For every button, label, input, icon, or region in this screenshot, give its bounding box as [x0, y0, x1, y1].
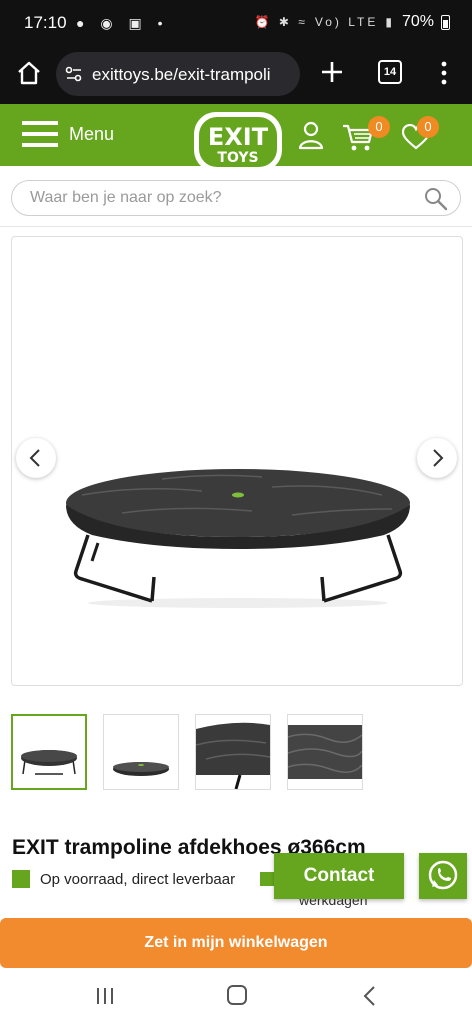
- status-bar: 17:10 ● ◉ ▣ • ⏰ ✱ ≈ Vo) LTE ▮ 70%: [0, 0, 472, 46]
- chevron-right-icon: [433, 449, 444, 467]
- thumbnail-1-image: [21, 750, 77, 775]
- stock-text: Op voorraad, direct leverbaar: [40, 870, 236, 888]
- cart-count-badge: 0: [368, 116, 390, 138]
- menu-button[interactable]: Menu: [22, 118, 114, 150]
- trampoline-cover-image: [66, 469, 410, 608]
- hamburger-icon: [22, 121, 58, 147]
- product-image-gallery[interactable]: [11, 236, 463, 686]
- thumbnail-strip: [11, 714, 371, 792]
- url-text: exittoys.be/exit-trampoli: [92, 65, 271, 84]
- wishlist-count-badge: 0: [417, 116, 439, 138]
- menu-label: Menu: [69, 123, 115, 144]
- thumbnail-2-image: [113, 762, 169, 776]
- address-bar[interactable]: exittoys.be/exit-trampoli: [56, 52, 300, 96]
- thumbnail-1[interactable]: [11, 714, 87, 790]
- system-status: ⏰ ✱ ≈ Vo) LTE ▮ 70%: [255, 13, 450, 31]
- logo-text-exit: EXIT: [208, 123, 269, 151]
- home-nav-icon[interactable]: [226, 984, 248, 1006]
- search-icon[interactable]: [424, 187, 448, 211]
- home-icon[interactable]: [14, 58, 44, 88]
- network-label: Vo) LTE: [314, 15, 379, 29]
- gallery-next-button[interactable]: [417, 438, 457, 478]
- recent-apps-icon[interactable]: [94, 986, 116, 1006]
- battery-icon: [441, 14, 450, 30]
- site-settings-icon[interactable]: [64, 64, 84, 84]
- system-navigation-bar: [0, 968, 472, 1024]
- new-tab-icon[interactable]: [318, 58, 346, 86]
- wishlist-button[interactable]: 0: [402, 116, 439, 152]
- cart-button[interactable]: 0: [342, 116, 390, 152]
- thumbnail-2[interactable]: [103, 714, 179, 790]
- in-stock-icon: [12, 870, 30, 888]
- system-icons: ⏰ ✱ ≈: [254, 15, 308, 29]
- thumbnail-3-image: [196, 722, 270, 789]
- stock-status: Op voorraad, direct leverbaar: [12, 870, 235, 888]
- whatsapp-button[interactable]: [419, 853, 467, 899]
- thumbnail-3[interactable]: [195, 714, 271, 790]
- back-icon[interactable]: [360, 984, 380, 1008]
- tab-switcher-button[interactable]: 14: [378, 60, 402, 84]
- more-options-icon[interactable]: [434, 58, 454, 88]
- search-input[interactable]: [30, 187, 410, 209]
- chevron-left-icon: [29, 449, 40, 467]
- header-divider: [0, 226, 472, 227]
- battery-percent: 70%: [401, 13, 434, 30]
- thumbnail-4[interactable]: [287, 714, 363, 790]
- contact-button[interactable]: Contact: [274, 853, 404, 899]
- browser-toolbar: exittoys.be/exit-trampoli 14: [0, 46, 472, 104]
- status-time: 17:10: [24, 13, 67, 32]
- search-bar[interactable]: [11, 180, 461, 216]
- whatsapp-icon: [428, 860, 458, 890]
- add-to-cart-button[interactable]: Zet in mijn winkelwagen: [0, 918, 472, 968]
- exit-toys-logo[interactable]: EXIT TOYS: [192, 110, 284, 174]
- site-header: Menu EXIT TOYS 0 0: [0, 104, 472, 172]
- logo-text-toys: TOYS: [217, 150, 258, 166]
- account-icon[interactable]: [298, 120, 324, 150]
- gallery-prev-button[interactable]: [16, 438, 56, 478]
- notification-icons: ● ◉ ▣ •: [76, 15, 169, 31]
- thumbnail-4-image: [288, 725, 362, 779]
- signal-icon: ▮: [385, 15, 395, 29]
